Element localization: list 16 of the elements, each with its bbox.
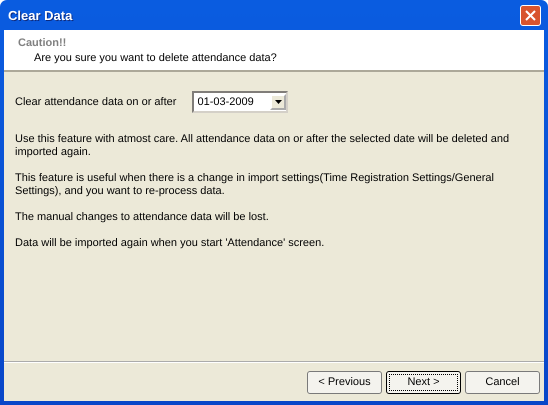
info-paragraph: This feature is useful when there is a change in import settings(Time Registration Settings/General Settings), and you want to re-process data. [15,172,495,198]
info-paragraph: Data will be imported again when you start 'Attendance' screen. [15,237,326,250]
wizard-button[interactable]: Next > [386,370,461,394]
dropdown-button[interactable] [270,94,286,110]
date-dropdown[interactable]: 01-03-2009 [192,91,288,113]
caret-icon [274,100,282,104]
wizard-button[interactable]: < Previous [307,370,382,394]
close-icon [525,10,536,20]
wizard-button[interactable]: Cancel [465,370,540,394]
window-title: Clear Data [8,8,72,22]
header-title: Caution!! [18,37,68,49]
close-button[interactable] [520,4,541,26]
info-paragraph: Use this feature with atmost care. All attendance data on or after the selected date will be deleted and imported again. [15,133,510,159]
date-label: Clear attendance data on or after [15,96,176,108]
info-paragraph: The manual changes to attendance data will be lost. [15,211,270,224]
header-subtitle: Are you sure you want to delete attendance data? [33,52,278,64]
